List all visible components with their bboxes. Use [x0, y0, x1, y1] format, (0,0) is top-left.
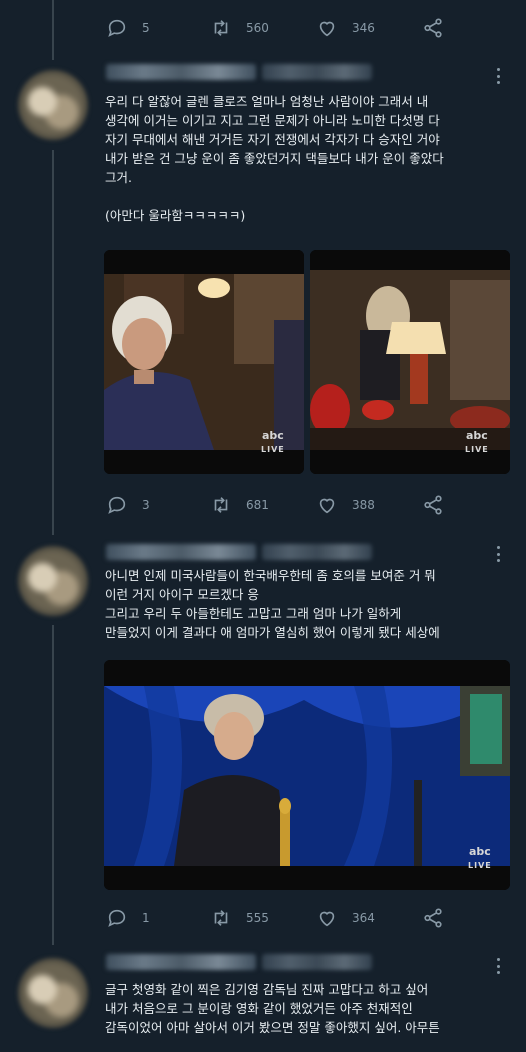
- author-name-redacted: [106, 544, 256, 560]
- like-button[interactable]: 364: [316, 903, 375, 933]
- like-count: 388: [352, 498, 375, 512]
- retweet-count: 555: [246, 911, 269, 925]
- heart-icon: [319, 21, 335, 37]
- thread-line: [52, 625, 54, 945]
- retweet-icon: [214, 20, 228, 36]
- thread-line: [52, 150, 54, 535]
- retweet-button[interactable]: 560: [210, 13, 269, 43]
- reply-button[interactable]: 1: [106, 903, 150, 933]
- author-name-redacted: [106, 954, 256, 970]
- reply-count: 3: [142, 498, 150, 512]
- tweet-image[interactable]: abc LIVE: [310, 250, 510, 474]
- reply-button[interactable]: 5: [106, 13, 150, 43]
- abc-logo-text: abc: [261, 429, 284, 442]
- heart-icon: [319, 498, 335, 514]
- live-badge: LIVE: [468, 861, 492, 870]
- author-handle-redacted: [262, 544, 372, 560]
- thread-line: [52, 0, 54, 60]
- like-count: 364: [352, 911, 375, 925]
- abc-live-logo: abc LIVE: [261, 430, 285, 455]
- tweet-actions: 5 560 346: [100, 13, 460, 43]
- abc-live-logo: abc LIVE: [468, 846, 492, 871]
- abc-live-logo: abc LIVE: [465, 430, 489, 455]
- tweet-actions: 3 681 388: [100, 490, 460, 520]
- avatar[interactable]: [18, 70, 88, 140]
- tweet-image[interactable]: abc LIVE: [104, 250, 304, 474]
- share-icon: [424, 18, 442, 38]
- share-button[interactable]: [422, 13, 444, 43]
- retweet-icon: [214, 497, 228, 513]
- share-button[interactable]: [422, 903, 444, 933]
- avatar[interactable]: [18, 958, 88, 1028]
- share-icon: [424, 908, 442, 928]
- author-name-redacted: [106, 64, 256, 80]
- retweet-count: 560: [246, 21, 269, 35]
- more-options-icon[interactable]: [491, 546, 505, 562]
- like-button[interactable]: 388: [316, 490, 375, 520]
- reply-button[interactable]: 3: [106, 490, 150, 520]
- retweet-button[interactable]: 681: [210, 490, 269, 520]
- reply-count: 1: [142, 911, 150, 925]
- live-badge: LIVE: [261, 445, 285, 454]
- author-handle-redacted: [262, 954, 372, 970]
- live-badge: LIVE: [465, 445, 489, 454]
- tweet-text: 글구 첫영화 같이 찍은 김기영 감독님 진짜 고맙다고 하고 싶어 내가 처음…: [105, 982, 440, 1035]
- more-options-icon[interactable]: [491, 68, 505, 84]
- tweet-image[interactable]: abc LIVE: [104, 660, 510, 890]
- like-count: 346: [352, 21, 375, 35]
- abc-logo-text: abc: [468, 845, 491, 858]
- reply-count: 5: [142, 21, 150, 35]
- tweet-text: 우리 다 알잖어 글렌 클로즈 얼마나 엄청난 사람이야 그래서 내 생각에 이…: [105, 94, 444, 223]
- more-options-icon[interactable]: [491, 958, 505, 974]
- retweet-count: 681: [246, 498, 269, 512]
- tweet-actions: 1 555 364: [100, 903, 460, 933]
- reply-icon: [108, 19, 126, 37]
- abc-logo-text: abc: [465, 429, 488, 442]
- reply-icon: [108, 909, 126, 927]
- like-button[interactable]: 346: [316, 13, 375, 43]
- share-button[interactable]: [422, 490, 444, 520]
- heart-icon: [319, 911, 335, 927]
- youn-yuh-jung-speech-photo: [104, 660, 510, 890]
- tweet-text: 아니면 인제 미국사람들이 한국배우한테 좀 호의를 보여준 거 뭐 이런 거지…: [105, 568, 440, 640]
- author-handle-redacted: [262, 64, 372, 80]
- retweet-button[interactable]: 555: [210, 903, 269, 933]
- retweet-icon: [214, 910, 228, 926]
- reply-icon: [108, 496, 126, 514]
- share-icon: [424, 495, 442, 515]
- avatar[interactable]: [18, 546, 88, 616]
